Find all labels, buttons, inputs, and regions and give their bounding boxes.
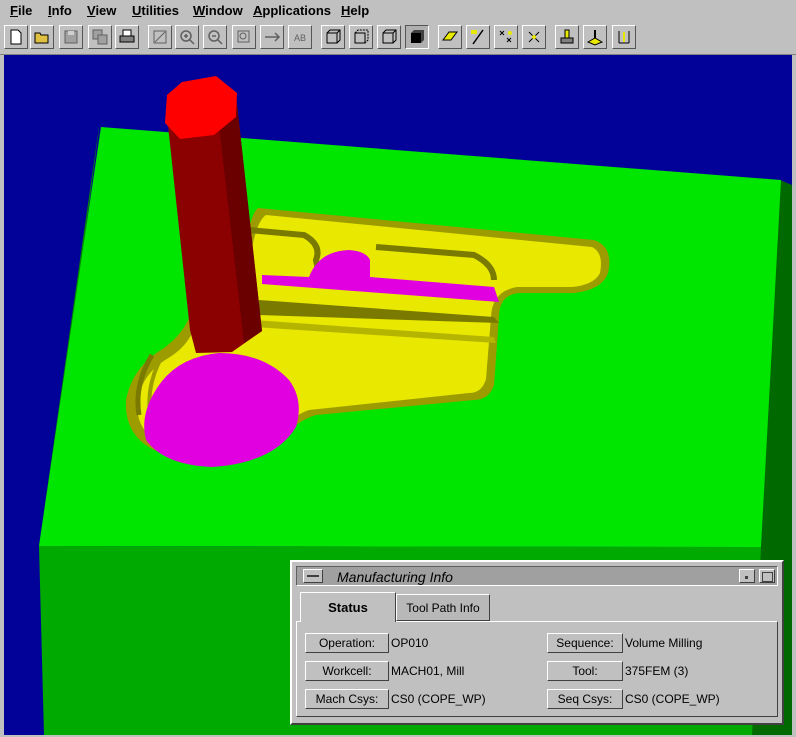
datum-point-icon[interactable] [494, 25, 518, 49]
dialog-title-bar[interactable]: Manufacturing Info [296, 566, 778, 586]
save-icon[interactable] [59, 25, 83, 49]
workcell-button[interactable]: Workcell: [305, 661, 389, 681]
tab-status[interactable]: Status [300, 592, 396, 622]
refit-icon[interactable] [148, 25, 172, 49]
hidden-line-icon[interactable] [349, 25, 373, 49]
tool-value: 375FEM (3) [625, 664, 689, 678]
svg-text:AB: AB [294, 33, 306, 43]
window-menu-button[interactable] [303, 569, 323, 583]
toolbar: AB [0, 22, 796, 55]
coord-sys-icon[interactable] [522, 25, 546, 49]
new-file-icon[interactable] [4, 25, 28, 49]
zoom-out-icon[interactable] [203, 25, 227, 49]
mfg-setup-icon[interactable] [555, 25, 579, 49]
no-hidden-icon[interactable] [377, 25, 401, 49]
tool-path-icon[interactable] [612, 25, 636, 49]
nc-sequence-icon[interactable] [583, 25, 607, 49]
mach-csys-value: CS0 (COPE_WP) [391, 692, 486, 706]
seq-csys-value: CS0 (COPE_WP) [625, 692, 720, 706]
menu-view[interactable]: View [87, 3, 116, 18]
status-panel: Operation: OP010 Sequence: Volume Millin… [296, 621, 778, 717]
minimize-button[interactable] [739, 569, 755, 583]
manufacturing-info-dialog: Manufacturing Info Status Tool Path Info… [290, 560, 784, 725]
menu-file[interactable]: File [10, 3, 32, 18]
datum-plane-icon[interactable] [438, 25, 462, 49]
tab-tool-path-info[interactable]: Tool Path Info [396, 594, 490, 621]
workcell-value: MACH01, Mill [391, 664, 465, 678]
print-icon[interactable] [115, 25, 139, 49]
label-icon[interactable]: AB [288, 25, 312, 49]
operation-value: OP010 [391, 636, 429, 650]
menu-bar: File Info View Utilities Window Applicat… [0, 0, 796, 22]
mach-csys-button[interactable]: Mach Csys: [305, 689, 389, 709]
zoom-in-icon[interactable] [175, 25, 199, 49]
save-copy-icon[interactable] [88, 25, 112, 49]
maximize-button[interactable] [759, 569, 775, 583]
shading-icon[interactable] [405, 25, 429, 49]
menu-info[interactable]: Info [48, 3, 72, 18]
operation-button[interactable]: Operation: [305, 633, 389, 653]
dialog-title: Manufacturing Info [337, 569, 453, 585]
zoom-window-icon[interactable] [232, 25, 256, 49]
pan-icon[interactable] [260, 25, 284, 49]
menu-window[interactable]: Window [193, 3, 243, 18]
menu-help[interactable]: Help [341, 3, 369, 18]
seq-csys-button[interactable]: Seq Csys: [547, 689, 623, 709]
open-folder-icon[interactable] [30, 25, 54, 49]
sequence-button[interactable]: Sequence: [547, 633, 623, 653]
sequence-value: Volume Milling [625, 636, 703, 650]
tool-button[interactable]: Tool: [547, 661, 623, 681]
wireframe-icon[interactable] [321, 25, 345, 49]
datum-axis-icon[interactable] [466, 25, 490, 49]
menu-utilities[interactable]: Utilities [132, 3, 179, 18]
menu-applications[interactable]: Applications [253, 3, 331, 18]
